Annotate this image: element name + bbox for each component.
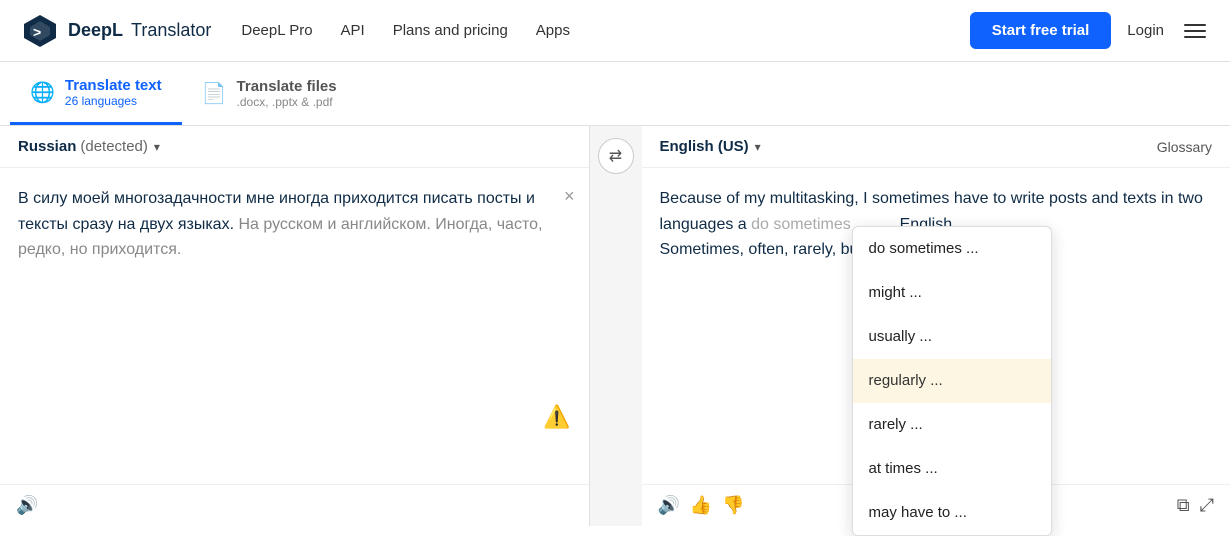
nav-plans[interactable]: Plans and pricing xyxy=(393,22,508,39)
swap-column: ⇄ xyxy=(590,126,642,526)
header-actions: Start free trial Login xyxy=(970,12,1210,49)
hamburger-line-2 xyxy=(1184,30,1206,32)
tab-sub-translate-text: 26 languages xyxy=(65,94,162,108)
hamburger-menu-button[interactable] xyxy=(1180,20,1210,42)
close-source-button[interactable]: × xyxy=(564,182,575,211)
target-lang-chevron-icon[interactable]: ▾ xyxy=(755,140,761,154)
deepl-logo-icon: > xyxy=(20,11,60,51)
share-icon[interactable]: ⤢ xyxy=(1200,495,1214,516)
thumbs-up-icon[interactable]: 👍 xyxy=(690,495,712,516)
logo-area: > DeepL Translator xyxy=(20,11,211,51)
start-free-trial-button[interactable]: Start free trial xyxy=(970,12,1112,49)
tab-text-translate-files: Translate files .docx, .pptx & .pdf xyxy=(237,78,337,109)
copy-icon[interactable]: ⧉ xyxy=(1177,495,1190,516)
nav-api[interactable]: API xyxy=(341,22,365,39)
hamburger-line-1 xyxy=(1184,24,1206,26)
tab-translate-files[interactable]: 📄 Translate files .docx, .pptx & .pdf xyxy=(182,62,357,125)
dropdown-item-4[interactable]: rarely ... xyxy=(853,403,1051,447)
tab-translate-text[interactable]: 🌐 Translate text 26 languages xyxy=(10,62,182,125)
main-area: Russian (detected) ▾ В силу моей многоза… xyxy=(0,126,1230,526)
tab-text-translate-text: Translate text 26 languages xyxy=(65,77,162,108)
dropdown-item-0[interactable]: do sometimes ... xyxy=(853,227,1051,271)
target-speaker-icon[interactable]: 🔊 xyxy=(658,495,680,516)
dropdown-item-3[interactable]: regularly ... xyxy=(853,359,1051,403)
source-detected-label: (detected) xyxy=(80,138,148,155)
logo-translator: Translator xyxy=(131,20,211,41)
target-text-area: Because of my multitasking, I sometimes … xyxy=(642,168,1230,484)
target-language-label: English (US) xyxy=(660,138,749,155)
source-text-area[interactable]: В силу моей многозадачности мне иногда п… xyxy=(0,168,589,484)
source-speaker-icon[interactable]: 🔊 xyxy=(16,495,38,516)
tab-sub-translate-files: .docx, .pptx & .pdf xyxy=(237,95,337,109)
thumbs-down-icon[interactable]: 👎 xyxy=(722,495,744,516)
glossary-link[interactable]: Glossary xyxy=(1157,139,1212,155)
source-bottom-bar: 🔊 xyxy=(0,484,589,526)
header: > DeepL Translator DeepL Pro API Plans a… xyxy=(0,0,1230,62)
target-actions-right: ⧉ ⤢ xyxy=(1177,495,1214,516)
swap-languages-button[interactable]: ⇄ xyxy=(598,138,634,174)
login-button[interactable]: Login xyxy=(1127,22,1164,39)
source-lang-bar: Russian (detected) ▾ xyxy=(0,126,589,168)
nav-deepl-pro[interactable]: DeepL Pro xyxy=(241,22,312,39)
source-panel: Russian (detected) ▾ В силу моей многоза… xyxy=(0,126,590,526)
hamburger-line-3 xyxy=(1184,36,1206,38)
svg-text:>: > xyxy=(33,24,41,40)
target-panel: English (US) ▾ Glossary Because of my mu… xyxy=(642,126,1230,526)
source-lang-chevron-icon[interactable]: ▾ xyxy=(154,140,160,154)
file-icon: 📄 xyxy=(202,81,227,106)
tab-label-translate-text: Translate text xyxy=(65,77,162,94)
source-language-label: Russian xyxy=(18,138,76,155)
logo-deepl: DeepL xyxy=(68,20,123,41)
globe-icon: 🌐 xyxy=(30,80,55,105)
dropdown-item-5[interactable]: at times ... xyxy=(853,447,1051,491)
dropdown-item-6[interactable]: may have to ... xyxy=(853,491,1051,535)
dropdown-item-2[interactable]: usually ... xyxy=(853,315,1051,359)
alternatives-dropdown: do sometimes ... might ... usually ... r… xyxy=(852,226,1052,536)
error-icon: ⚠️ xyxy=(543,399,570,434)
main-nav: DeepL Pro API Plans and pricing Apps xyxy=(241,22,969,39)
target-text-line2: Sometimes, often, rarely, but xyxy=(660,241,863,258)
target-lang-bar: English (US) ▾ Glossary xyxy=(642,126,1230,168)
nav-apps[interactable]: Apps xyxy=(536,22,570,39)
tab-label-translate-files: Translate files xyxy=(237,78,337,95)
dropdown-item-1[interactable]: might ... xyxy=(853,271,1051,315)
tabs-bar: 🌐 Translate text 26 languages 📄 Translat… xyxy=(0,62,1230,126)
